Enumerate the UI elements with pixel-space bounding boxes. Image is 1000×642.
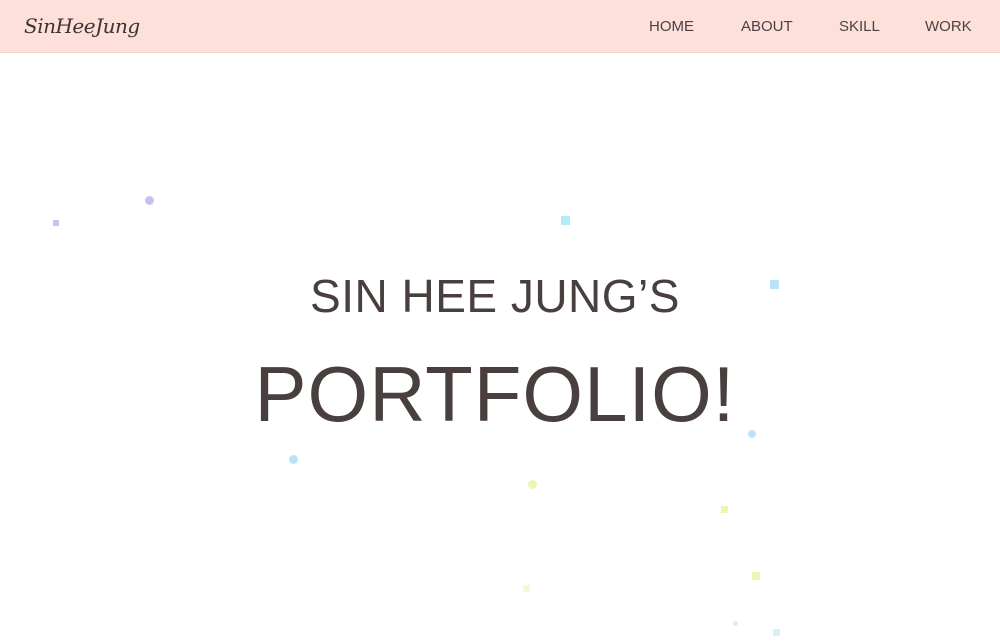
particle-square	[523, 585, 530, 592]
particle-square	[752, 572, 760, 580]
particle-square	[773, 629, 780, 636]
particle-square	[561, 216, 570, 225]
particle-dot	[733, 621, 738, 626]
nav-item-skill[interactable]: SKILL	[839, 17, 880, 37]
logo[interactable]: SinHeeJung	[24, 12, 140, 40]
page: SinHeeJung HOME ABOUT SKILL WORK SIN HEE…	[0, 0, 1000, 642]
particle-square	[770, 280, 779, 289]
particle-dot	[289, 455, 298, 464]
hero-title: PORTFOLIO!	[254, 350, 736, 438]
navbar: SinHeeJung HOME ABOUT SKILL WORK	[0, 0, 1000, 53]
particle-square	[53, 220, 59, 226]
nav-item-about[interactable]: ABOUT	[741, 17, 793, 37]
nav-item-work[interactable]: WORK	[925, 17, 972, 37]
particle-dot	[528, 480, 537, 489]
hero-subtitle: SIN HEE JUNG’S	[310, 270, 680, 322]
particle-dot	[145, 196, 154, 205]
nav-item-home[interactable]: HOME	[649, 17, 694, 37]
particle-dot	[748, 430, 756, 438]
particle-square	[721, 506, 728, 513]
